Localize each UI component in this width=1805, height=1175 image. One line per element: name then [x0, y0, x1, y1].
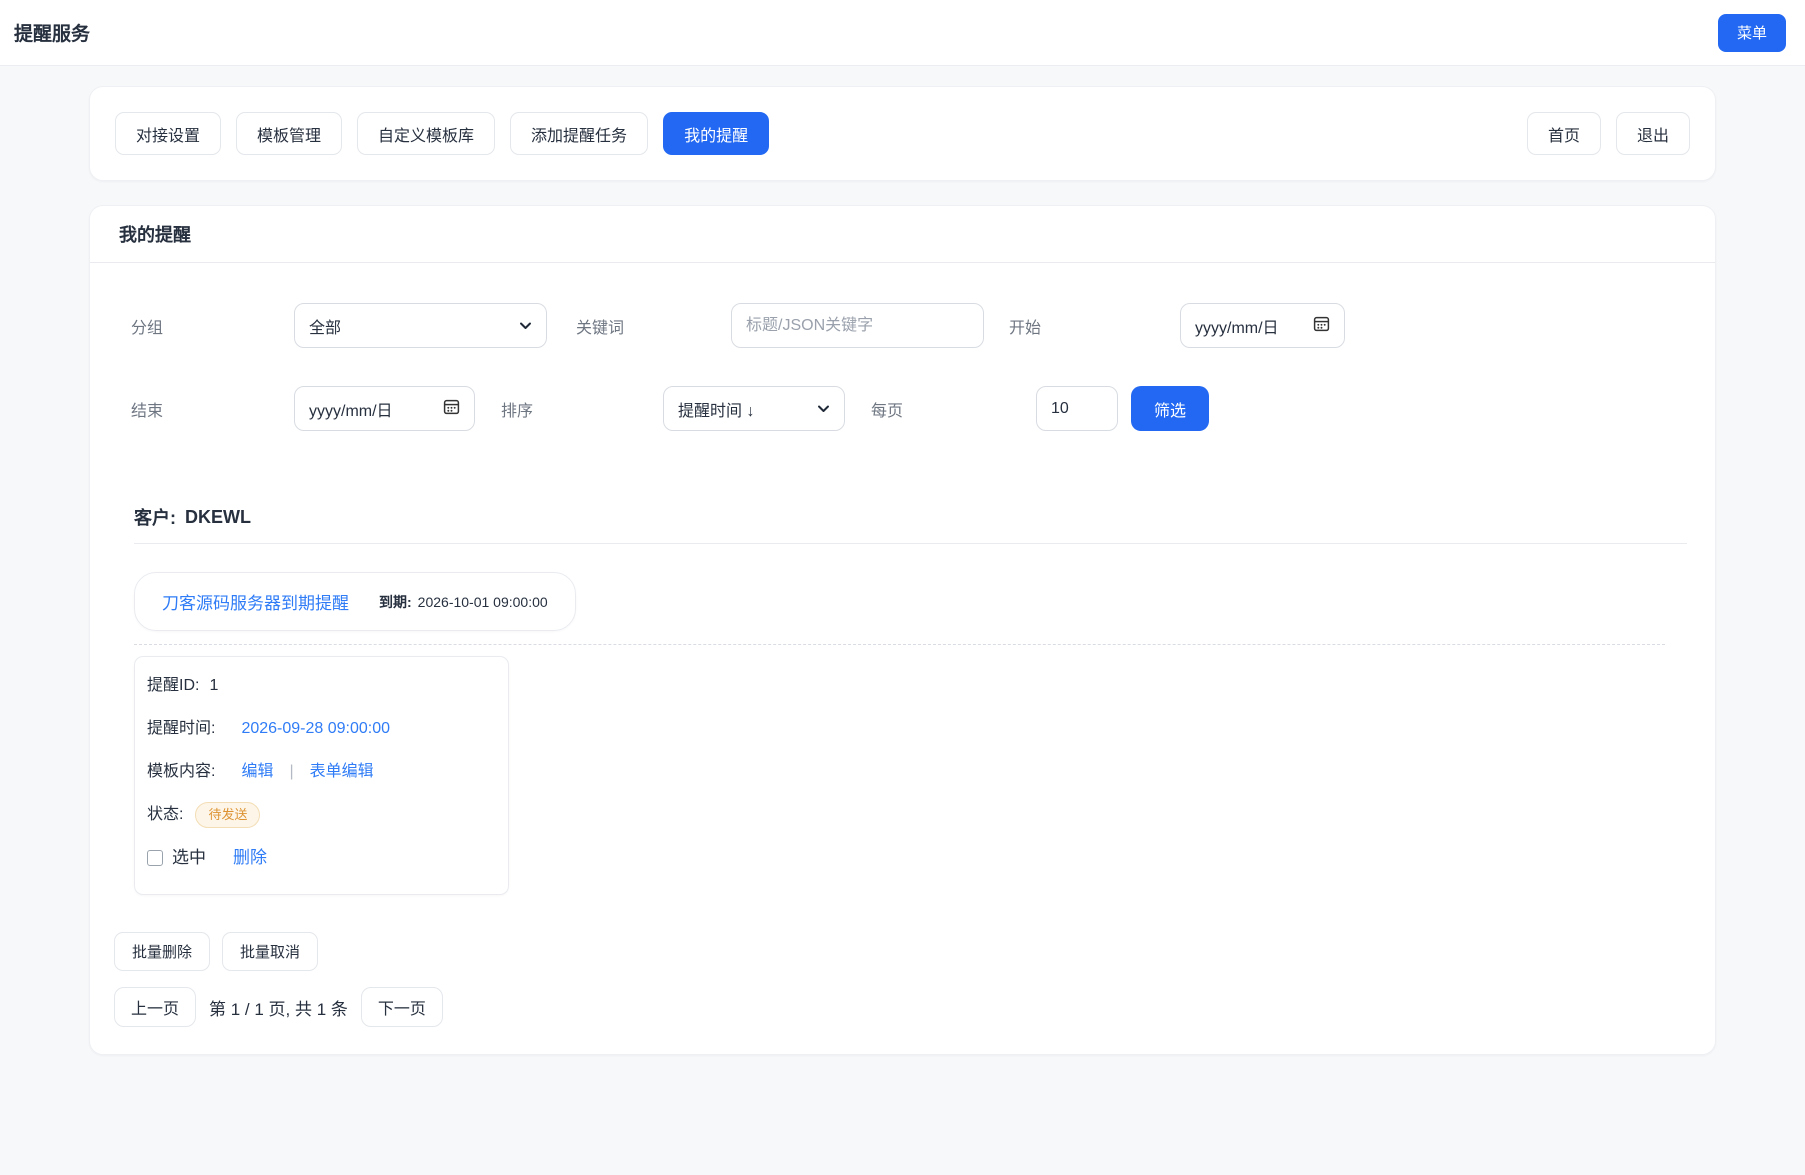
link-separator: |	[289, 759, 293, 785]
start-date-label: 开始	[1009, 314, 1180, 338]
pagination-info: 第 1 / 1 页, 共 1 条	[209, 995, 348, 1020]
end-date-input[interactable]: yyyy/mm/日	[294, 386, 475, 431]
reminder-id-label: 提醒ID:	[147, 673, 199, 699]
nav-tabs: 对接设置 模板管理 自定义模板库 添加提醒任务 我的提醒	[115, 112, 769, 155]
dashed-divider	[134, 644, 1665, 645]
reminder-item-card: 提醒ID: 1 提醒时间: 2026-09-28 09:00:00 模板内容: …	[134, 656, 509, 895]
select-label: 选中	[172, 845, 206, 871]
prev-page-button[interactable]: 上一页	[114, 987, 196, 1027]
sort-select[interactable]: 提醒时间 ↓	[663, 386, 845, 431]
reminder-time-link[interactable]: 2026-09-28 09:00:00	[241, 716, 390, 742]
bulk-delete-button[interactable]: 批量删除	[114, 932, 210, 971]
per-page-label: 每页	[871, 397, 1036, 421]
template-content-label: 模板内容:	[147, 759, 215, 785]
group-label: 分组	[131, 314, 294, 338]
sort-label: 排序	[501, 397, 663, 421]
reminder-group-link[interactable]: 刀客源码服务器到期提醒	[162, 589, 349, 614]
filter-row-1: 分组 全部 关键词 开始 yyyy/mm/日	[131, 303, 1675, 348]
customer-heading: 客户: DKEWL	[134, 504, 1687, 530]
due-label: 到期:	[379, 592, 412, 612]
reminder-id-value: 1	[209, 673, 218, 699]
start-date-input[interactable]: yyyy/mm/日	[1180, 303, 1345, 348]
keyword-input[interactable]	[731, 303, 984, 348]
due-info: 到期: 2026-10-01 09:00:00	[379, 592, 548, 612]
my-reminders-panel: 我的提醒 分组 全部 关键词 开始 yyyy/mm/日	[89, 205, 1716, 1055]
logout-button[interactable]: 退出	[1616, 112, 1690, 155]
panel-header: 我的提醒	[90, 206, 1715, 263]
status-label: 状态:	[147, 802, 183, 828]
menu-button[interactable]: 菜单	[1718, 14, 1786, 52]
reminder-list: 客户: DKEWL 刀客源码服务器到期提醒 到期: 2026-10-01 09:…	[90, 504, 1715, 895]
delete-link[interactable]: 删除	[233, 845, 267, 871]
nav-tab-add-reminder-task[interactable]: 添加提醒任务	[510, 112, 648, 155]
edit-link[interactable]: 编辑	[241, 759, 273, 785]
nav-tab-template-management[interactable]: 模板管理	[236, 112, 342, 155]
filter-section: 分组 全部 关键词 开始 yyyy/mm/日 结束	[90, 263, 1715, 431]
start-date-value: yyyy/mm/日	[1195, 314, 1279, 338]
nav-actions: 首页 退出	[1527, 112, 1690, 155]
bulk-actions: 批量删除 批量取消	[114, 932, 1691, 971]
calendar-icon	[1313, 315, 1330, 337]
end-date-value: yyyy/mm/日	[309, 397, 393, 421]
home-button[interactable]: 首页	[1527, 112, 1601, 155]
panel-footer: 批量删除 批量取消 上一页 第 1 / 1 页, 共 1 条 下一页	[90, 932, 1715, 1027]
page-container: 对接设置 模板管理 自定义模板库 添加提醒任务 我的提醒 首页 退出 我的提醒 …	[89, 86, 1716, 1175]
reminder-id-row: 提醒ID: 1	[147, 673, 496, 699]
group-select-value: 全部	[309, 314, 341, 338]
chevron-down-icon	[817, 400, 830, 418]
pagination: 上一页 第 1 / 1 页, 共 1 条 下一页	[114, 987, 1691, 1027]
app-title: 提醒服务	[14, 19, 90, 46]
template-content-row: 模板内容: 编辑 | 表单编辑	[147, 759, 496, 785]
customer-name: DKEWL	[185, 507, 251, 528]
select-row: 选中 删除	[147, 845, 496, 871]
sort-select-value: 提醒时间 ↓	[678, 397, 754, 421]
status-row: 状态: 待发送	[147, 802, 496, 828]
panel-title: 我的提醒	[119, 225, 191, 245]
chevron-down-icon	[519, 317, 532, 335]
group-select[interactable]: 全部	[294, 303, 547, 348]
reminder-group-pill[interactable]: 刀客源码服务器到期提醒 到期: 2026-10-01 09:00:00	[134, 572, 576, 631]
end-date-label: 结束	[131, 397, 294, 421]
filter-row-2: 结束 yyyy/mm/日 排序 提醒时间 ↓ 每页 筛选	[131, 386, 1675, 431]
filter-button[interactable]: 筛选	[1131, 386, 1209, 431]
reminder-time-label: 提醒时间:	[147, 716, 215, 742]
calendar-icon	[443, 398, 460, 420]
next-page-button[interactable]: 下一页	[361, 987, 443, 1027]
due-value: 2026-10-01 09:00:00	[418, 594, 548, 610]
status-badge: 待发送	[195, 802, 260, 828]
select-checkbox[interactable]	[147, 850, 163, 866]
nav-tab-my-reminders[interactable]: 我的提醒	[663, 112, 769, 155]
customer-label: 客户:	[134, 504, 176, 530]
per-page-input[interactable]	[1036, 386, 1118, 431]
bulk-cancel-button[interactable]: 批量取消	[222, 932, 318, 971]
nav-tab-custom-template-library[interactable]: 自定义模板库	[357, 112, 495, 155]
nav-tab-connection-settings[interactable]: 对接设置	[115, 112, 221, 155]
form-edit-link[interactable]: 表单编辑	[310, 759, 374, 785]
keyword-label: 关键词	[576, 314, 731, 338]
reminder-time-row: 提醒时间: 2026-09-28 09:00:00	[147, 716, 496, 742]
app-header: 提醒服务 菜单	[0, 0, 1805, 66]
nav-toolbar: 对接设置 模板管理 自定义模板库 添加提醒任务 我的提醒 首页 退出	[89, 86, 1716, 181]
